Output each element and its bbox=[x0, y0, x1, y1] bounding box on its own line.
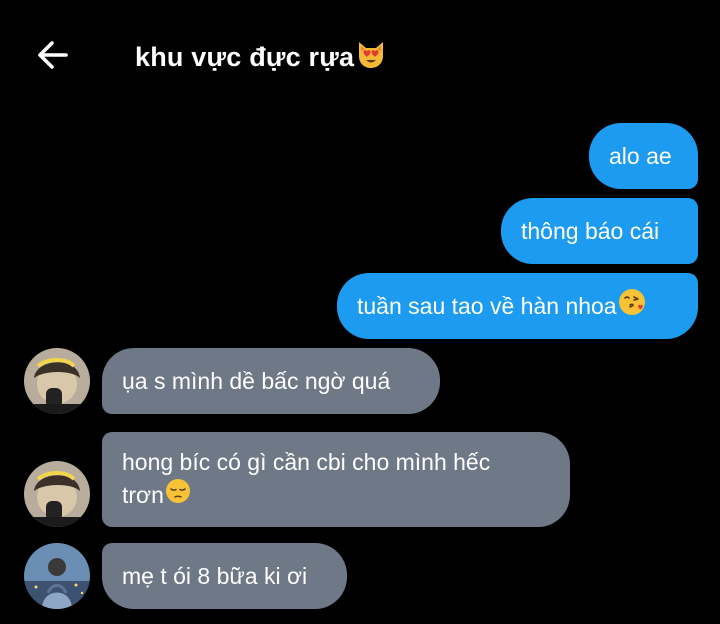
arrow-left-icon bbox=[38, 41, 68, 69]
message-text: ụa s mình dề bấc ngờ quá bbox=[122, 367, 391, 394]
back-button[interactable] bbox=[30, 32, 76, 78]
outgoing-message[interactable]: thông báo cái bbox=[501, 198, 698, 264]
outgoing-message[interactable]: tuần sau tao về hàn nhoa bbox=[337, 273, 698, 339]
heart-eyes-cat-emoji bbox=[355, 38, 387, 77]
message-text: alo ae bbox=[609, 142, 672, 169]
message-text: thông báo cái bbox=[521, 217, 660, 244]
avatar[interactable] bbox=[24, 543, 90, 609]
message-text-line-1: hong bíc có gì cần cbi cho mình hếc bbox=[122, 449, 491, 475]
chat-title-text: khu vực đực rựa bbox=[135, 42, 355, 72]
pensive-face-emoji bbox=[165, 478, 191, 512]
message-text-line-2: trơn bbox=[122, 481, 164, 508]
message-text: tuần sau tao về hàn nhoa bbox=[357, 292, 617, 319]
incoming-message[interactable]: mẹ t ói 8 bữa ki ơi bbox=[102, 543, 347, 609]
outgoing-message[interactable]: alo ae bbox=[589, 123, 698, 189]
avatar[interactable] bbox=[24, 461, 90, 527]
kissing-heart-face-emoji bbox=[618, 288, 646, 324]
message-text: mẹ t ói 8 bữa ki ơi bbox=[122, 562, 308, 589]
chat-header: khu vực đực rựa bbox=[0, 0, 720, 110]
incoming-message[interactable]: ụa s mình dề bấc ngờ quá bbox=[102, 348, 440, 414]
avatar[interactable] bbox=[24, 348, 90, 414]
message-text-line-2-wrap: trơn bbox=[122, 478, 191, 512]
incoming-message[interactable]: hong bíc có gì cần cbi cho mình hếc trơn bbox=[102, 432, 570, 527]
chat-title[interactable]: khu vực đực rựa bbox=[135, 38, 387, 77]
